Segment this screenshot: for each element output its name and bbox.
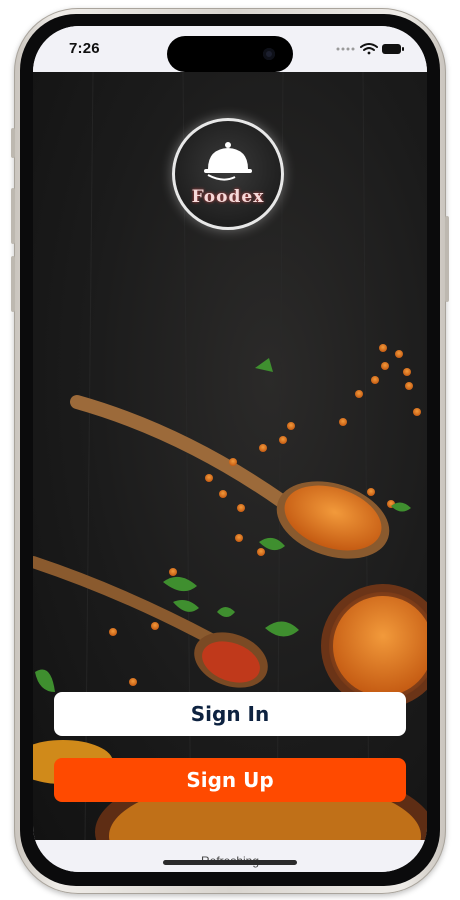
lentil-bowl [321, 584, 427, 708]
brand-name: Foodex [191, 187, 265, 207]
status-time: 7:26 [69, 40, 100, 57]
sign-up-button[interactable]: Sign Up [54, 758, 406, 802]
status-icons [336, 43, 404, 55]
camera-icon [263, 48, 275, 60]
sign-in-button[interactable]: Sign In [54, 692, 406, 736]
power-button [445, 216, 449, 302]
cloche-icon [204, 142, 252, 181]
wooden-spoon-top [70, 395, 390, 559]
screen: 7:26 Foodex Sign In Sign Up [33, 26, 427, 872]
wifi-icon [360, 43, 378, 55]
foodex-logo: Foodex [172, 118, 284, 230]
dynamic-island [167, 36, 293, 72]
volume-down-button [11, 256, 15, 312]
status-bar: 7:26 [33, 26, 427, 72]
action-button [11, 128, 15, 158]
home-indicator[interactable] [163, 860, 297, 865]
welcome-screen: Foodex Sign In Sign Up [33, 72, 427, 840]
signal-icon [336, 47, 355, 51]
bottom-bar: Refreshing [33, 840, 427, 872]
battery-icon [382, 44, 404, 54]
volume-up-button [11, 188, 15, 244]
